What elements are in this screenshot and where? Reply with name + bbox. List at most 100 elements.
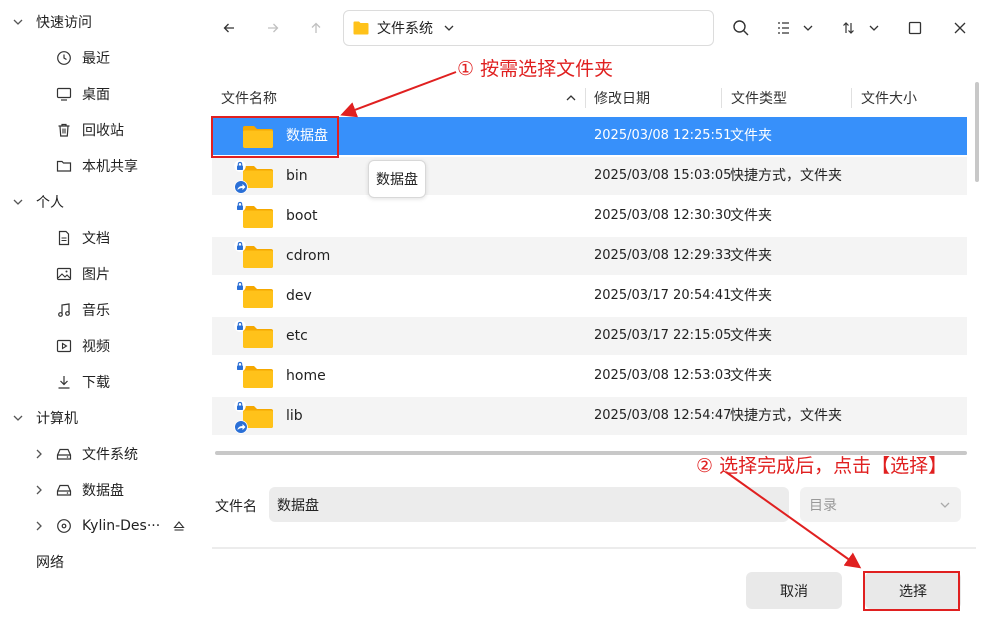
annotation-highlight-select-button — [863, 571, 960, 611]
drive-icon — [56, 482, 72, 498]
sidebar-item-pictures[interactable]: 图片 — [0, 256, 203, 292]
folder-icon — [243, 286, 273, 308]
sort-icon — [843, 22, 879, 34]
chevron-down-icon — [11, 411, 25, 425]
file-modified-date: 2025/03/08 12:53:03 — [594, 368, 732, 383]
arrow-up-icon — [311, 22, 321, 33]
sidebar-item-label: 下载 — [82, 375, 110, 391]
sidebar-item-desktop[interactable]: 桌面 — [0, 76, 203, 112]
file-row[interactable]: lib 2025/03/08 12:54:47 快捷方式，文件夹 — [212, 397, 967, 435]
sidebar-item-recent[interactable]: 最近 — [0, 40, 203, 76]
file-type: 文件夹 — [730, 248, 772, 264]
file-row[interactable]: etc 2025/03/17 22:15:05 文件夹 — [212, 317, 967, 355]
vertical-scrollbar[interactable] — [975, 82, 979, 182]
sidebar-item-label: 文档 — [82, 231, 110, 247]
sidebar-item-local-share[interactable]: 本机共享 — [0, 148, 203, 184]
folder-icon — [243, 246, 273, 268]
sidebar-item-video[interactable]: 视频 — [0, 328, 203, 364]
close-button[interactable] — [948, 16, 972, 40]
sidebar-group-personal[interactable]: 个人 — [0, 184, 203, 220]
file-modified-date: 2025/03/17 20:54:41 — [594, 288, 732, 303]
up-button[interactable] — [304, 16, 328, 40]
disc-icon — [56, 518, 72, 534]
sidebar-item-downloads[interactable]: 下载 — [0, 364, 203, 400]
sidebar-item-filesystem[interactable]: 文件系统 — [0, 436, 203, 472]
file-row[interactable]: boot 2025/03/08 12:30:30 文件夹 — [212, 197, 967, 235]
file-modified-date: 2025/03/08 15:03:05 — [594, 168, 732, 183]
file-type: 快捷方式，文件夹 — [730, 168, 842, 184]
column-separator[interactable] — [721, 88, 722, 108]
annotation-highlight-folder — [211, 116, 339, 158]
document-icon — [56, 230, 72, 246]
download-icon — [56, 374, 72, 390]
arrow-right-icon — [268, 23, 279, 33]
back-button[interactable] — [217, 16, 241, 40]
folder-share-icon — [56, 158, 72, 174]
file-row[interactable]: cdrom 2025/03/08 12:29:33 文件夹 — [212, 237, 967, 275]
sidebar-group-label: 计算机 — [36, 411, 78, 427]
arrow-left-icon — [223, 23, 234, 33]
folder-icon — [353, 21, 369, 35]
sidebar-item-label: 桌面 — [82, 87, 110, 103]
sidebar-item-music[interactable]: 音乐 — [0, 292, 203, 328]
folder-icon — [243, 326, 273, 348]
file-type-value: 目录 — [809, 497, 837, 514]
lock-icon — [234, 320, 246, 332]
file-type: 文件夹 — [730, 288, 772, 304]
column-separator[interactable] — [851, 88, 852, 108]
file-type-select[interactable]: 目录 — [800, 487, 961, 522]
sidebar-group-computer[interactable]: 计算机 — [0, 400, 203, 436]
file-type: 文件夹 — [730, 128, 772, 144]
file-type: 文件夹 — [730, 368, 772, 384]
lock-icon — [234, 200, 246, 212]
file-row[interactable]: dev 2025/03/17 20:54:41 文件夹 — [212, 277, 967, 315]
chevron-down-icon — [11, 195, 25, 209]
maximize-button[interactable] — [903, 16, 927, 40]
file-row[interactable]: home 2025/03/08 12:53:03 文件夹 — [212, 357, 967, 395]
file-row[interactable]: bin 2025/03/08 15:03:05 快捷方式，文件夹 — [212, 157, 967, 195]
file-name: boot — [286, 208, 318, 224]
chevron-right-icon[interactable] — [32, 447, 46, 461]
chevron-right-icon[interactable] — [32, 519, 46, 533]
filename-input[interactable] — [269, 487, 789, 522]
sort-button[interactable] — [839, 16, 883, 40]
sidebar-item-label: 文件系统 — [82, 447, 138, 463]
sidebar-group-label: 个人 — [36, 195, 64, 211]
sidebar-group-network[interactable]: 网络 — [0, 544, 203, 580]
sidebar-item-label: 最近 — [82, 51, 110, 67]
sidebar-group-quick-access[interactable]: 快速访问 — [0, 4, 203, 40]
annotation-step1: ① 按需选择文件夹 — [457, 58, 614, 80]
column-header-label: 文件名称 — [221, 91, 277, 107]
main-panel: 文件系统 文件名称 修改日期 文件类型 文件大小 数据盘 2025/03/08 1… — [203, 0, 985, 637]
sidebar-item-documents[interactable]: 文档 — [0, 220, 203, 256]
clock-icon — [56, 50, 72, 66]
forward-button[interactable] — [261, 16, 285, 40]
column-separator[interactable] — [585, 88, 586, 108]
file-name: home — [286, 368, 326, 384]
video-icon — [56, 338, 72, 354]
chevron-right-icon[interactable] — [32, 483, 46, 497]
column-header-size[interactable]: 文件大小 — [861, 82, 917, 114]
picture-icon — [56, 266, 72, 282]
eject-icon[interactable] — [172, 519, 186, 533]
folder-icon — [243, 366, 273, 388]
tooltip: 数据盘 — [368, 160, 426, 198]
cancel-button[interactable]: 取消 — [746, 572, 842, 609]
column-header-modified[interactable]: 修改日期 — [594, 82, 650, 114]
column-header-name[interactable]: 文件名称 — [221, 82, 277, 114]
maximize-icon — [908, 21, 922, 35]
sidebar-group-label: 网络 — [36, 555, 64, 571]
column-header-type[interactable]: 文件类型 — [731, 82, 787, 114]
annotation-step2: ② 选择完成后，点击【选择】 — [696, 455, 948, 477]
search-button[interactable] — [729, 16, 753, 40]
sidebar-item-data-disk[interactable]: 数据盘 — [0, 472, 203, 508]
sidebar-item-trash[interactable]: 回收站 — [0, 112, 203, 148]
file-modified-date: 2025/03/08 12:25:51 — [594, 128, 732, 143]
sidebar-item-label: 本机共享 — [82, 159, 138, 175]
view-mode-button[interactable] — [773, 16, 817, 40]
file-list[interactable]: 数据盘 2025/03/08 12:25:51 文件夹 bin 2025/03/08 1… — [212, 117, 967, 443]
sidebar-item-kylin-disc[interactable]: Kylin-Des··· — [0, 508, 203, 544]
lock-icon — [234, 400, 246, 412]
path-selector[interactable]: 文件系统 — [343, 10, 714, 46]
sort-ascending-icon — [566, 95, 576, 101]
